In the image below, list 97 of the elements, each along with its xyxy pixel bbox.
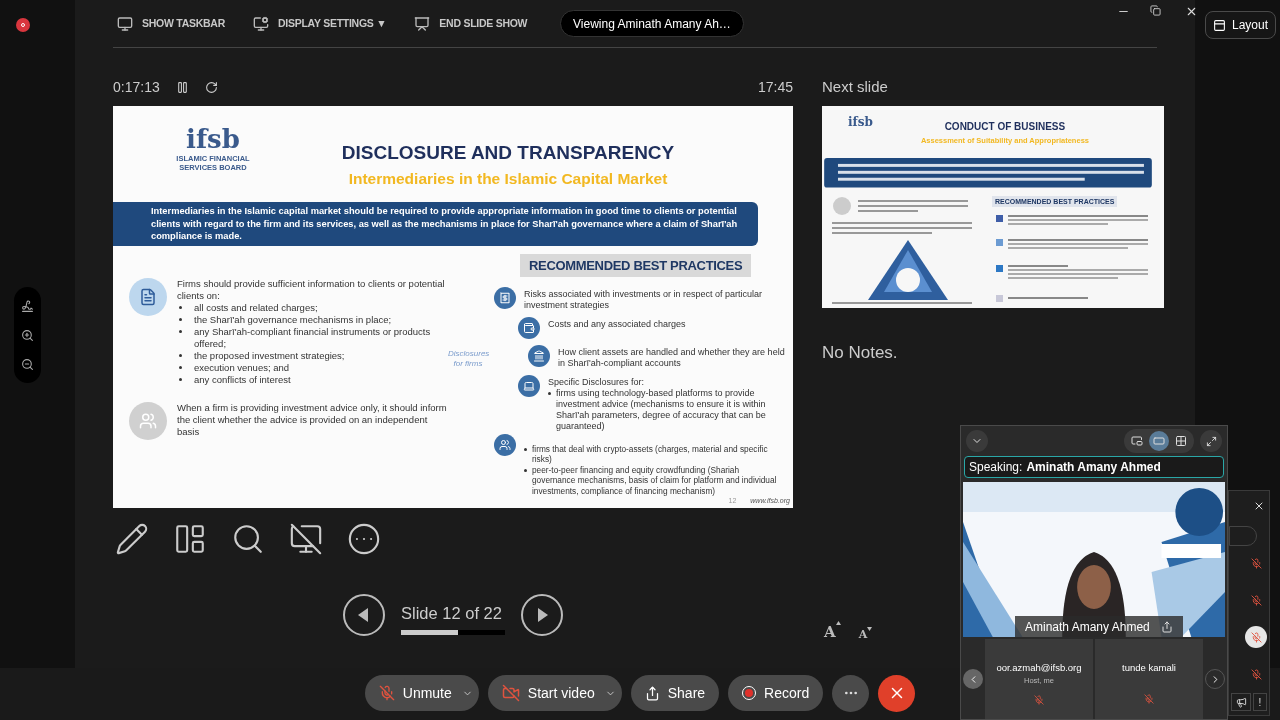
- video-button[interactable]: Start video: [487, 675, 622, 711]
- close-icon[interactable]: [1253, 500, 1265, 512]
- alert-button[interactable]: !: [1253, 693, 1267, 711]
- more-options-icon[interactable]: [347, 522, 381, 556]
- participant-name: Aminath Amany Ahmed: [1025, 618, 1150, 636]
- document-icon: [129, 277, 167, 316]
- viewing-banner: Viewing Aminath Amany Ah…: [560, 10, 744, 37]
- mute-button[interactable]: Unmute: [364, 675, 479, 711]
- slide-counter: Slide 12 of 22: [401, 603, 503, 625]
- layout-button[interactable]: Layout: [1205, 11, 1277, 39]
- bullet-text: peer-to-peer financing and equity crowdfunding (Shariah governance mechanisms, basis of claim for platform and individual investments, compliance of financing mechanism): [532, 464, 778, 496]
- picture-in-picture-icon: [1131, 435, 1143, 447]
- slide-banner: Intermediaries in the Islamic capital market should be required to provide appropriate information in good time to clients or potential clients with regard to the firm and its services, as well as the mechanisms in place for Sharī'ah governance where a claim of Sharī'ah compliance is made.: [113, 202, 758, 246]
- restart-icon[interactable]: [204, 81, 218, 94]
- bullet-text: firms using technology-based platforms to provide investment advice (mechanisms to ensure it is within Sharī'ah parameters, degree of accuracy that can be guaranteed): [556, 387, 767, 432]
- bullet-text: any conflicts of interest: [194, 373, 291, 386]
- left-triangle-icon: [358, 608, 370, 622]
- timeline-text: Specific Disclosures for:: [548, 376, 646, 388]
- next-slide-button[interactable]: [521, 594, 563, 636]
- timeline-text: How client assets are handled and whether they are held in Sharī'ah-compliant accounts: [558, 346, 786, 369]
- mic-off-icon: [1250, 668, 1262, 680]
- slide-title: DISCLOSURE AND TRANSPARENCY: [341, 142, 675, 164]
- fullscreen-button[interactable]: [1200, 430, 1222, 452]
- timeline-label: Disclosures for firms: [448, 349, 488, 369]
- leave-button[interactable]: [878, 674, 916, 712]
- mic-off-icon: [1250, 557, 1262, 569]
- announce-button[interactable]: [1231, 693, 1251, 711]
- up-triangle-icon: [835, 620, 841, 625]
- zoom-in-icon[interactable]: [21, 328, 34, 342]
- people-icon: [129, 401, 167, 440]
- clock-time: 17:45: [757, 78, 793, 97]
- elapsed-time: 0:17:13: [113, 78, 160, 97]
- practices-heading: RECOMMENDED BEST PRACTICES: [520, 253, 752, 277]
- monitor-icon: [117, 15, 133, 32]
- bullet-text: the proposed investment strategies;: [194, 349, 345, 362]
- mic-off-icon: [378, 685, 395, 701]
- bullet-text: firms that deal with crypto-assets (charges, material and specific risks): [532, 443, 769, 465]
- speaking-label: Speaking:: [969, 459, 1023, 476]
- participant-tile[interactable]: tunde kamali: [1095, 639, 1203, 719]
- logo: ifsb: [848, 114, 873, 130]
- slides-grid-icon[interactable]: [173, 522, 207, 556]
- slide-text: When a firm is providing investment advice only, it should inform the client whether the advice is provided on an independent basis: [177, 401, 448, 438]
- timeline-icon: [528, 344, 550, 367]
- expand-icon: [1205, 435, 1217, 447]
- bullet-text: all costs and related charges;: [194, 301, 318, 314]
- record-button[interactable]: Record: [728, 675, 824, 711]
- participant-name: oor.azmah@ifsb.org: [996, 661, 1082, 675]
- slide-subtitle: Intermediaries in the Islamic Capital Market: [348, 169, 668, 189]
- pen-icon[interactable]: [21, 299, 34, 313]
- speaker-view-icon: [1153, 435, 1165, 447]
- timeline-text: Costs and any associated charges: [548, 318, 686, 330]
- speaker-view-button[interactable]: [1149, 431, 1169, 451]
- pause-icon[interactable]: [175, 81, 189, 94]
- restore-icon[interactable]: [1150, 5, 1161, 16]
- layout-icon: [1213, 18, 1226, 32]
- logo: ifsb: [186, 124, 240, 154]
- notes-text: No Notes.: [822, 342, 899, 364]
- decrease-font-button[interactable]: A: [858, 626, 873, 643]
- mic-off-icon: [1250, 631, 1262, 643]
- search-icon[interactable]: [231, 522, 265, 556]
- bullet-text: the Sharī'ah governance mechanisms in place;: [194, 313, 392, 326]
- down-triangle-icon: [867, 626, 873, 631]
- previous-slide-button[interactable]: [343, 594, 385, 636]
- toolbar-button[interactable]: DISPLAY SETTINGS ▼: [253, 15, 387, 32]
- pen-icon[interactable]: [115, 522, 149, 556]
- share-button[interactable]: Share: [630, 675, 720, 711]
- bullet-text: any Sharī'ah-compliant financial instruments or products offered;: [194, 325, 432, 350]
- toolbar-button[interactable]: SHOW TASKBAR: [117, 15, 225, 32]
- slide-title: CONDUCT OF BUSINESS: [944, 121, 1066, 133]
- slide-text: Firms should provide sufficient information to clients or potential clients on:: [177, 277, 446, 302]
- right-triangle-icon: [536, 608, 548, 622]
- recording-icon: [16, 18, 30, 32]
- share-icon: [644, 685, 660, 701]
- timeline-icon: [494, 433, 516, 456]
- screen-slash-icon[interactable]: [289, 522, 323, 556]
- presentation-icon: [414, 15, 431, 32]
- mic-off-icon: [1250, 594, 1262, 606]
- megaphone-icon: [1235, 696, 1247, 708]
- close-icon[interactable]: [1185, 5, 1198, 18]
- monitor-gear-icon: [253, 15, 269, 32]
- video-off-icon: [501, 684, 520, 702]
- speaker-name: Aminath Amany Ahmed: [1026, 459, 1161, 476]
- share-icon[interactable]: [1161, 620, 1173, 633]
- next-slide-label: Next slide: [822, 77, 888, 98]
- previous-button[interactable]: [963, 669, 983, 689]
- increase-font-button[interactable]: A: [824, 620, 841, 643]
- toolbar-button[interactable]: END SLIDE SHOW: [414, 15, 528, 32]
- timeline-icon: [494, 286, 516, 309]
- zoom-out-icon[interactable]: [21, 357, 34, 371]
- participant-name: tunde kamali: [1122, 661, 1176, 675]
- timeline-icon: [518, 316, 540, 339]
- bullet-text: execution venues; and: [194, 361, 290, 374]
- timeline-icon: [518, 374, 540, 397]
- timeline-text: Risks associated with investments or in respect of particular investment strategies: [524, 288, 764, 311]
- collapse-button[interactable]: [966, 430, 988, 452]
- grid-view-icon: [1175, 435, 1187, 447]
- participant-mic-button[interactable]: [1245, 626, 1267, 648]
